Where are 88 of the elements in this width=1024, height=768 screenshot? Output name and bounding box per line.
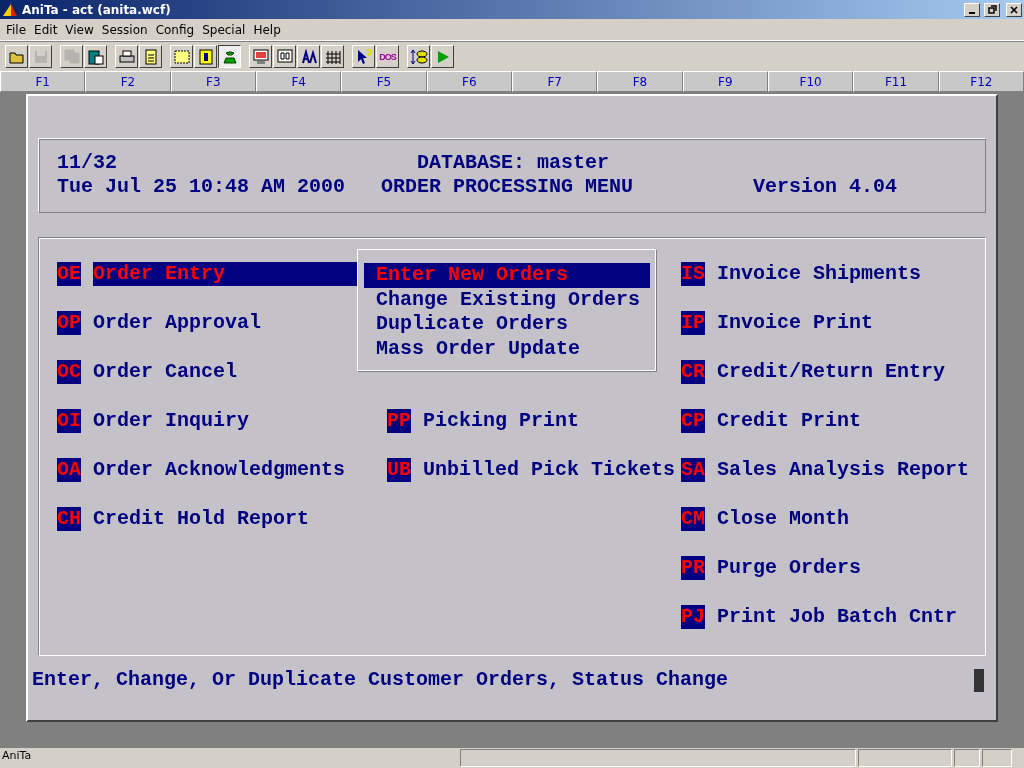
status-message: Enter, Change, Or Duplicate Customer Orders, Status Change bbox=[32, 668, 729, 692]
function-key[interactable]: F7 bbox=[512, 71, 598, 92]
date-time: Tue Jul 25 10:48 AM 2000 bbox=[57, 175, 347, 199]
menu-option[interactable]: Credit Print bbox=[717, 409, 862, 433]
function-key[interactable]: F4 bbox=[256, 71, 342, 92]
version-text: Version 4.04 bbox=[753, 175, 899, 199]
submenu-option[interactable]: Duplicate Orders bbox=[364, 312, 650, 337]
pointer-question-icon bbox=[355, 48, 372, 65]
toolbar-button[interactable] bbox=[218, 45, 241, 68]
menu-code: PR bbox=[681, 556, 705, 580]
clipboard-icon bbox=[87, 48, 104, 65]
window-title: AniTa - act (anita.wcf) bbox=[22, 2, 172, 17]
dos-icon: DOS bbox=[379, 51, 396, 62]
menu-code: OC bbox=[57, 360, 81, 384]
menu-option[interactable]: Sales Analysis Report bbox=[717, 458, 970, 482]
menu-option[interactable]: Unbilled Pick Tickets bbox=[423, 458, 676, 482]
menu-code: PJ bbox=[681, 605, 705, 629]
menu-option[interactable]: Credit/Return Entry bbox=[717, 360, 946, 384]
function-key[interactable]: F11 bbox=[853, 71, 939, 92]
menu-code: CR bbox=[681, 360, 705, 384]
menu-option[interactable]: Order Inquiry bbox=[93, 409, 250, 433]
function-key[interactable]: F5 bbox=[341, 71, 427, 92]
database-arrows-icon bbox=[409, 48, 428, 65]
notepad-icon bbox=[143, 48, 158, 65]
function-key[interactable]: F3 bbox=[170, 71, 256, 92]
function-key[interactable]: F2 bbox=[85, 71, 171, 92]
printer-icon bbox=[118, 49, 135, 64]
play-icon bbox=[435, 49, 450, 64]
menu-code: PP bbox=[387, 409, 411, 433]
folder-icon bbox=[8, 49, 25, 64]
menu-bar-item[interactable]: Edit bbox=[30, 22, 62, 37]
menu-code: SA bbox=[681, 458, 705, 482]
restore-button[interactable] bbox=[984, 2, 1000, 17]
menu-code: OA bbox=[57, 458, 81, 482]
close-icon bbox=[1010, 5, 1018, 14]
menu-bar-item[interactable]: View bbox=[61, 22, 98, 37]
menu-bar-item[interactable]: File bbox=[2, 22, 31, 37]
menu-option[interactable]: Print Job Batch Cntr bbox=[717, 605, 958, 629]
monitor-icon bbox=[252, 48, 269, 65]
submenu-option[interactable]: Change Existing Orders bbox=[364, 287, 650, 312]
toolbar-button[interactable]: DOS bbox=[376, 45, 399, 68]
menu-code: IS bbox=[681, 262, 705, 286]
submenu-option[interactable]: Enter New Orders bbox=[364, 263, 650, 288]
menu-option[interactable]: Picking Print bbox=[423, 409, 580, 433]
menu-option[interactable]: Order Entry bbox=[93, 262, 358, 286]
menu-code: CP bbox=[681, 409, 705, 433]
menu-option[interactable]: Order Approval bbox=[93, 311, 262, 335]
menu-code: IP bbox=[681, 311, 705, 335]
close-button[interactable] bbox=[1006, 2, 1022, 17]
menu-code: OE bbox=[57, 262, 81, 286]
menu-option[interactable]: Order Cancel bbox=[93, 360, 238, 384]
minimize-icon bbox=[969, 11, 975, 14]
frame-icon bbox=[173, 49, 190, 64]
minimize-button[interactable] bbox=[964, 2, 980, 17]
function-key[interactable]: F12 bbox=[938, 71, 1024, 92]
function-key[interactable]: F6 bbox=[426, 71, 512, 92]
scroll-icon bbox=[197, 48, 214, 65]
menu-code: CM bbox=[681, 507, 705, 531]
font-icon bbox=[300, 48, 317, 65]
function-key[interactable]: F8 bbox=[597, 71, 683, 92]
submenu-option[interactable]: Mass Order Update bbox=[364, 336, 650, 361]
function-key[interactable]: F10 bbox=[768, 71, 854, 92]
menu-code: UB bbox=[387, 458, 411, 482]
menu-option[interactable]: Credit Hold Report bbox=[93, 507, 310, 531]
function-key[interactable]: F9 bbox=[682, 71, 768, 92]
restore-icon bbox=[987, 5, 997, 14]
menu-bar-item[interactable]: Special bbox=[198, 22, 250, 37]
menu-bar-item[interactable]: Help bbox=[249, 22, 285, 37]
app-logo-icon bbox=[2, 2, 18, 17]
menu-option[interactable]: Invoice Print bbox=[717, 311, 874, 335]
screen-number: 11/32 bbox=[57, 151, 118, 175]
menu-option[interactable]: Invoice Shipments bbox=[717, 262, 922, 286]
database-name: DATABASE: master bbox=[416, 151, 611, 175]
function-key[interactable]: F1 bbox=[0, 71, 86, 92]
status-text: AniTa bbox=[2, 749, 33, 764]
menu-option[interactable]: Purge Orders bbox=[717, 556, 862, 580]
menu-option[interactable]: Close Month bbox=[717, 507, 850, 531]
menu-code: OP bbox=[57, 311, 81, 335]
grid-icon bbox=[324, 49, 341, 64]
pages-icon bbox=[63, 49, 80, 64]
menu-bar-item[interactable]: Session bbox=[97, 22, 152, 37]
text-cursor bbox=[974, 668, 984, 692]
menu-bar-item[interactable]: Config bbox=[151, 22, 199, 37]
menu-title: ORDER PROCESSING MENU bbox=[381, 175, 635, 199]
panel-icon bbox=[276, 48, 293, 65]
menu-code: CH bbox=[57, 507, 81, 531]
menu-option[interactable]: Order Acknowledgments bbox=[93, 458, 346, 482]
menu-code: OI bbox=[57, 409, 81, 433]
